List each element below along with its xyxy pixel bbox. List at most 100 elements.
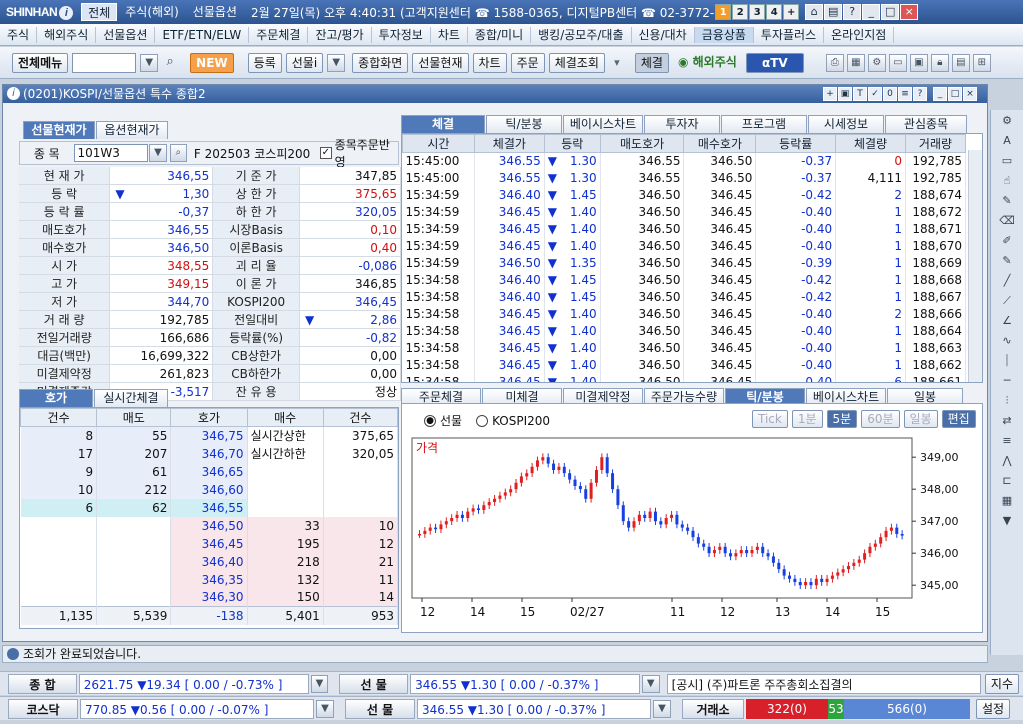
- marker-icon[interactable]: ✐: [998, 232, 1016, 250]
- radio-kospi200[interactable]: [476, 414, 489, 427]
- ask-row[interactable]: 10 212 346,60: [20, 480, 398, 499]
- menu-credit[interactable]: 신용/대차: [632, 26, 695, 43]
- trade-header-cell[interactable]: 등락률: [755, 134, 837, 153]
- menu-etf[interactable]: ETF/ETN/ELW: [155, 26, 250, 43]
- tab-trade-1[interactable]: 틱/분봉: [486, 115, 562, 133]
- all-menu-button[interactable]: 전체메뉴: [12, 52, 69, 73]
- menu-invest-info[interactable]: 투자정보: [372, 26, 431, 43]
- order-button[interactable]: 주문: [510, 52, 545, 73]
- overview-screen-button[interactable]: 종합화면: [352, 52, 409, 73]
- title-tab-futures[interactable]: 선물옵션: [187, 3, 243, 21]
- text-icon[interactable]: T: [853, 87, 867, 101]
- grid-icon[interactable]: ▦: [998, 492, 1016, 510]
- bracket-icon[interactable]: ⊏: [998, 472, 1016, 490]
- tab-trade-3[interactable]: 투자자: [644, 115, 720, 133]
- layout-icon[interactable]: ▣: [909, 53, 928, 72]
- symbol-dropdown-icon[interactable]: ▼: [149, 144, 167, 162]
- trade-row[interactable]: 15:34:58 346.45 ▼ 1.40 346.50 346.45 -0.40 2 188…: [402, 305, 967, 323]
- brush-icon[interactable]: ✎: [998, 252, 1016, 270]
- bid-price[interactable]: 346,50: [170, 516, 248, 535]
- trade-row[interactable]: 15:34:58 346.40 ▼ 1.45 346.50 346.45 -0.42 1 188…: [402, 288, 967, 306]
- ticker1-dropdown-icon[interactable]: ▼: [310, 674, 329, 693]
- window-icon[interactable]: ▭: [888, 53, 907, 72]
- trade-row[interactable]: 15:34:58 346.45 ▼ 1.40 346.50 346.45 -0.40 1 188…: [402, 356, 967, 374]
- period-5min-button[interactable]: 5분: [826, 410, 858, 428]
- bid-row[interactable]: 346,45 195 12: [20, 534, 398, 553]
- settings-button[interactable]: 설정: [976, 698, 1011, 719]
- tab-orderbook[interactable]: 호가: [19, 389, 93, 407]
- trade-scrollbar[interactable]: [968, 150, 982, 382]
- menu-overseas[interactable]: 해외주식: [37, 26, 97, 43]
- dropdown-icon[interactable]: ▼: [140, 53, 159, 72]
- ask-price[interactable]: 346,65: [170, 462, 248, 481]
- lock-icon[interactable]: 🔒︎: [930, 53, 949, 72]
- home-icon[interactable]: ⌂: [805, 4, 824, 20]
- bid-price[interactable]: 346,30: [170, 588, 248, 607]
- ticker1b-dropdown-icon[interactable]: ▼: [641, 674, 660, 693]
- ask-price[interactable]: 346,60: [170, 480, 248, 499]
- trade-header-cell[interactable]: 등락: [543, 134, 601, 153]
- chart-edit-button[interactable]: 편집: [941, 410, 976, 428]
- window-restore-icon[interactable]: □: [948, 87, 962, 101]
- trade-row[interactable]: 15:34:59 346.50 ▼ 1.35 346.50 346.45 -0.39 1 188…: [402, 254, 967, 272]
- ask-price[interactable]: 346,75: [170, 426, 248, 445]
- text-a-icon[interactable]: A: [998, 132, 1016, 150]
- trade-row[interactable]: 15:34:59 346.45 ▼ 1.40 346.50 346.45 -0.40 1 188…: [402, 203, 967, 221]
- list-icon[interactable]: ≡: [898, 87, 912, 101]
- title-tab-overseas[interactable]: 주식(해외): [119, 3, 185, 21]
- search-icon[interactable]: ⌕: [161, 54, 179, 72]
- screen-3-button[interactable]: 3: [749, 4, 766, 20]
- more-icon[interactable]: ▾: [609, 56, 625, 69]
- tab-trade-4[interactable]: 프로그램: [721, 115, 807, 133]
- tab-trade-0[interactable]: 체결: [401, 115, 485, 133]
- bid-row[interactable]: 346,50 33 10: [20, 516, 398, 535]
- window-help-icon[interactable]: ?: [913, 87, 927, 101]
- vertical-line-icon[interactable]: ⏐: [998, 352, 1016, 370]
- eraser-icon[interactable]: ⌫: [998, 212, 1016, 230]
- trade-row[interactable]: 15:34:59 346.45 ▼ 1.40 346.50 346.45 -0.40 1 188…: [402, 237, 967, 255]
- settings-icon[interactable]: ⚙: [867, 53, 886, 72]
- select-dropdown-icon[interactable]: ▼: [327, 53, 346, 72]
- screen-4-button[interactable]: 4: [766, 4, 783, 20]
- ask-row[interactable]: 17 207 346,70 실시간하한 320,05: [20, 444, 398, 463]
- hand-icon[interactable]: ☝: [998, 172, 1016, 190]
- arrow-icon[interactable]: ⇄: [998, 412, 1016, 430]
- window-close-icon[interactable]: ×: [963, 87, 977, 101]
- futures-select[interactable]: 선물i: [285, 52, 324, 73]
- window-minimize-icon[interactable]: _: [933, 87, 947, 101]
- minimize-icon[interactable]: _: [862, 4, 881, 20]
- menu-financial[interactable]: 금융상품: [694, 26, 754, 43]
- menu-chart[interactable]: 차트: [431, 26, 468, 43]
- horizontal-line-icon[interactable]: ─: [998, 372, 1016, 390]
- channel-icon[interactable]: ⫶: [998, 392, 1016, 410]
- trade-header-cell[interactable]: 매도호가: [599, 134, 685, 153]
- menu-balance[interactable]: 잔고/평가: [308, 26, 372, 43]
- symbol-code-input[interactable]: 101W3: [73, 144, 149, 162]
- check-icon[interactable]: ✓: [868, 87, 882, 101]
- trade-button[interactable]: 체결: [634, 52, 669, 73]
- trade-header-cell[interactable]: 체결가: [473, 134, 545, 153]
- bid-row[interactable]: 346,40 218 21: [20, 552, 398, 571]
- menu-search-input[interactable]: [72, 52, 137, 73]
- period-tick-button[interactable]: Tick: [752, 410, 788, 428]
- menu-banking[interactable]: 뱅킹/공모주/대출: [531, 26, 632, 43]
- help-icon[interactable]: ?: [843, 4, 862, 20]
- ticker2b-dropdown-icon[interactable]: ▼: [653, 699, 671, 718]
- tab-options-current[interactable]: 옵션현재가: [96, 121, 168, 139]
- trade-row[interactable]: 15:34:58 346.40 ▼ 1.45 346.50 346.45 -0.42 1 188…: [402, 271, 967, 289]
- screen-1-button[interactable]: 1: [715, 4, 732, 20]
- menu-order[interactable]: 주문체결: [249, 26, 309, 43]
- trade-header-cell[interactable]: 체결량: [835, 134, 906, 153]
- pencil-icon[interactable]: ✎: [998, 192, 1016, 210]
- radio-futures[interactable]: ●: [424, 414, 436, 427]
- tab-realtime-trade[interactable]: 실시간체결: [94, 389, 168, 407]
- menu-stock[interactable]: 주식: [0, 26, 38, 43]
- chart-button[interactable]: 차트: [472, 52, 507, 73]
- register-button[interactable]: 등록: [247, 52, 282, 73]
- bid-row[interactable]: 346,30 150 14: [20, 588, 398, 607]
- link-icon[interactable]: ▣: [838, 87, 852, 101]
- screen-add-button[interactable]: +: [783, 4, 800, 20]
- trade-header-cell[interactable]: 시간: [402, 134, 475, 153]
- overseas-stock-link[interactable]: ◉ 해외주식: [673, 53, 742, 73]
- trade-header-cell[interactable]: 거래량: [904, 134, 967, 153]
